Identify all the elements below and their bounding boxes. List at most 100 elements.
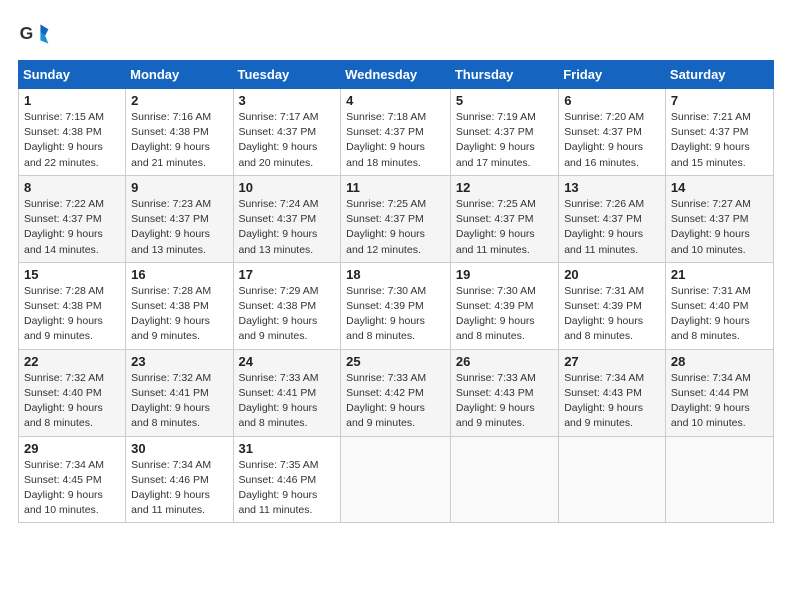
day-info: Sunrise: 7:32 AMSunset: 4:40 PMDaylight:… [24,371,120,432]
day-number: 17 [239,267,336,282]
day-info: Sunrise: 7:18 AMSunset: 4:37 PMDaylight:… [346,110,445,171]
calendar-cell: 16 Sunrise: 7:28 AMSunset: 4:38 PMDayligh… [126,262,233,349]
calendar-cell: 28 Sunrise: 7:34 AMSunset: 4:44 PMDayligh… [665,349,773,436]
day-info: Sunrise: 7:16 AMSunset: 4:38 PMDaylight:… [131,110,227,171]
calendar-cell [665,436,773,523]
day-number: 26 [456,354,553,369]
calendar-cell: 27 Sunrise: 7:34 AMSunset: 4:43 PMDayligh… [559,349,666,436]
calendar-cell [559,436,666,523]
day-info: Sunrise: 7:34 AMSunset: 4:44 PMDaylight:… [671,371,768,432]
calendar-cell: 10Sunrise: 7:24 AMSunset: 4:37 PMDayligh… [233,175,341,262]
day-number: 10 [239,180,336,195]
day-info: Sunrise: 7:26 AMSunset: 4:37 PMDaylight:… [564,197,660,258]
day-number: 4 [346,93,445,108]
day-number: 9 [131,180,227,195]
day-number: 28 [671,354,768,369]
day-number: 24 [239,354,336,369]
day-number: 18 [346,267,445,282]
calendar-cell: 15 Sunrise: 7:28 AMSunset: 4:38 PMDayligh… [19,262,126,349]
day-number: 2 [131,93,227,108]
day-info: Sunrise: 7:30 AMSunset: 4:39 PMDaylight:… [346,284,445,345]
calendar-cell: 2 Sunrise: 7:16 AMSunset: 4:38 PMDaylight… [126,89,233,176]
day-info: Sunrise: 7:33 AMSunset: 4:43 PMDaylight:… [456,371,553,432]
calendar-table: SundayMondayTuesdayWednesdayThursdayFrid… [18,60,774,523]
calendar-header-row: SundayMondayTuesdayWednesdayThursdayFrid… [19,61,774,89]
calendar-cell: 8 Sunrise: 7:22 AMSunset: 4:37 PMDaylight… [19,175,126,262]
logo: G [18,18,54,50]
calendar-cell: 29 Sunrise: 7:34 AMSunset: 4:45 PMDayligh… [19,436,126,523]
calendar-cell: 30Sunrise: 7:34 AMSunset: 4:46 PMDayligh… [126,436,233,523]
calendar-cell: 17 Sunrise: 7:29 AMSunset: 4:38 PMDayligh… [233,262,341,349]
calendar-weekday-monday: Monday [126,61,233,89]
day-info: Sunrise: 7:35 AMSunset: 4:46 PMDaylight:… [239,458,336,519]
calendar-weekday-sunday: Sunday [19,61,126,89]
calendar-week-row-4: 22Sunrise: 7:32 AMSunset: 4:40 PMDayligh… [19,349,774,436]
day-number: 15 [24,267,120,282]
calendar-week-row-3: 15 Sunrise: 7:28 AMSunset: 4:38 PMDayligh… [19,262,774,349]
day-info: Sunrise: 7:19 AMSunset: 4:37 PMDaylight:… [456,110,553,171]
day-number: 31 [239,441,336,456]
calendar-cell: 12Sunrise: 7:25 AMSunset: 4:37 PMDayligh… [450,175,558,262]
day-number: 7 [671,93,768,108]
day-number: 11 [346,180,445,195]
day-info: Sunrise: 7:30 AMSunset: 4:39 PMDaylight:… [456,284,553,345]
calendar-cell [341,436,451,523]
calendar-cell: 19 Sunrise: 7:30 AMSunset: 4:39 PMDayligh… [450,262,558,349]
calendar-cell: 21 Sunrise: 7:31 AMSunset: 4:40 PMDayligh… [665,262,773,349]
day-number: 6 [564,93,660,108]
day-number: 1 [24,93,120,108]
calendar-week-row-2: 8 Sunrise: 7:22 AMSunset: 4:37 PMDaylight… [19,175,774,262]
calendar-cell: 4 Sunrise: 7:18 AMSunset: 4:37 PMDaylight… [341,89,451,176]
calendar-weekday-friday: Friday [559,61,666,89]
calendar-cell: 23 Sunrise: 7:32 AMSunset: 4:41 PMDayligh… [126,349,233,436]
day-number: 20 [564,267,660,282]
day-info: Sunrise: 7:23 AMSunset: 4:37 PMDaylight:… [131,197,227,258]
day-number: 8 [24,180,120,195]
day-info: Sunrise: 7:25 AMSunset: 4:37 PMDaylight:… [456,197,553,258]
day-info: Sunrise: 7:29 AMSunset: 4:38 PMDaylight:… [239,284,336,345]
calendar-cell: 5 Sunrise: 7:19 AMSunset: 4:37 PMDaylight… [450,89,558,176]
calendar-cell: 26 Sunrise: 7:33 AMSunset: 4:43 PMDayligh… [450,349,558,436]
day-info: Sunrise: 7:27 AMSunset: 4:37 PMDaylight:… [671,197,768,258]
day-number: 23 [131,354,227,369]
calendar-cell: 6 Sunrise: 7:20 AMSunset: 4:37 PMDaylight… [559,89,666,176]
day-info: Sunrise: 7:22 AMSunset: 4:37 PMDaylight:… [24,197,120,258]
calendar-cell: 18 Sunrise: 7:30 AMSunset: 4:39 PMDayligh… [341,262,451,349]
day-number: 21 [671,267,768,282]
calendar-cell: 1 Sunrise: 7:15 AMSunset: 4:38 PMDaylight… [19,89,126,176]
header: G [18,18,774,50]
calendar-cell [450,436,558,523]
day-number: 5 [456,93,553,108]
calendar-week-row-5: 29 Sunrise: 7:34 AMSunset: 4:45 PMDayligh… [19,436,774,523]
calendar-week-row-1: 1 Sunrise: 7:15 AMSunset: 4:38 PMDaylight… [19,89,774,176]
day-info: Sunrise: 7:33 AMSunset: 4:42 PMDaylight:… [346,371,445,432]
day-number: 3 [239,93,336,108]
day-info: Sunrise: 7:17 AMSunset: 4:37 PMDaylight:… [239,110,336,171]
generalblue-logo-icon: G [18,18,50,50]
calendar-cell: 7 Sunrise: 7:21 AMSunset: 4:37 PMDaylight… [665,89,773,176]
calendar-weekday-wednesday: Wednesday [341,61,451,89]
day-info: Sunrise: 7:34 AMSunset: 4:46 PMDaylight:… [131,458,227,519]
day-info: Sunrise: 7:32 AMSunset: 4:41 PMDaylight:… [131,371,227,432]
day-info: Sunrise: 7:21 AMSunset: 4:37 PMDaylight:… [671,110,768,171]
day-info: Sunrise: 7:28 AMSunset: 4:38 PMDaylight:… [24,284,120,345]
calendar-cell: 3 Sunrise: 7:17 AMSunset: 4:37 PMDaylight… [233,89,341,176]
day-number: 29 [24,441,120,456]
day-info: Sunrise: 7:31 AMSunset: 4:39 PMDaylight:… [564,284,660,345]
day-info: Sunrise: 7:34 AMSunset: 4:45 PMDaylight:… [24,458,120,519]
calendar-weekday-thursday: Thursday [450,61,558,89]
calendar-cell: 22Sunrise: 7:32 AMSunset: 4:40 PMDayligh… [19,349,126,436]
day-number: 16 [131,267,227,282]
day-number: 13 [564,180,660,195]
calendar-cell: 14 Sunrise: 7:27 AMSunset: 4:37 PMDayligh… [665,175,773,262]
day-info: Sunrise: 7:15 AMSunset: 4:38 PMDaylight:… [24,110,120,171]
calendar-cell: 9 Sunrise: 7:23 AMSunset: 4:37 PMDaylight… [126,175,233,262]
day-info: Sunrise: 7:20 AMSunset: 4:37 PMDaylight:… [564,110,660,171]
day-number: 19 [456,267,553,282]
day-info: Sunrise: 7:28 AMSunset: 4:38 PMDaylight:… [131,284,227,345]
day-number: 14 [671,180,768,195]
day-info: Sunrise: 7:31 AMSunset: 4:40 PMDaylight:… [671,284,768,345]
day-info: Sunrise: 7:34 AMSunset: 4:43 PMDaylight:… [564,371,660,432]
calendar-cell: 11Sunrise: 7:25 AMSunset: 4:37 PMDayligh… [341,175,451,262]
day-number: 27 [564,354,660,369]
